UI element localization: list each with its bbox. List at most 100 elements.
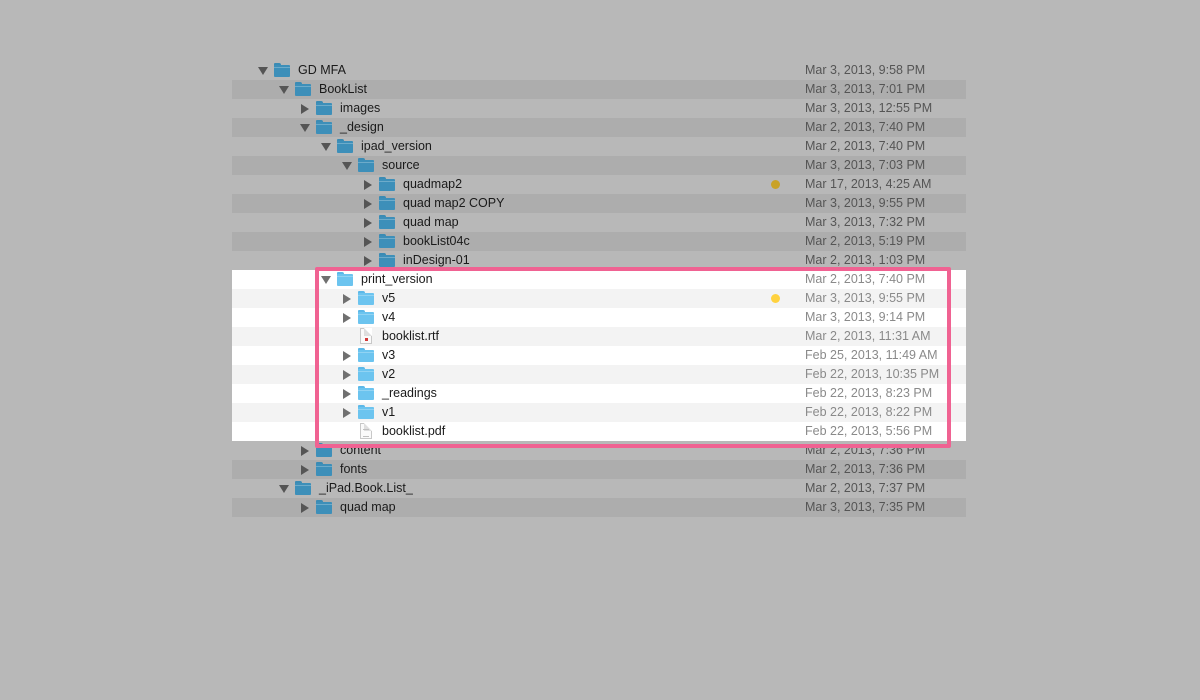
date-modified: Feb 22, 2013, 5:56 PM <box>805 424 933 438</box>
folder-row[interactable]: _design Mar 2, 2013, 7:40 PM <box>232 118 966 137</box>
folder-row[interactable]: BookList Mar 3, 2013, 7:01 PM <box>232 80 966 99</box>
disclosure-open-icon[interactable] <box>320 137 332 156</box>
item-name: BookList <box>319 82 367 96</box>
date-modified: Mar 2, 2013, 5:19 PM <box>805 234 926 248</box>
folder-row[interactable]: fonts Mar 2, 2013, 7:36 PM <box>232 460 966 479</box>
folder-row[interactable]: v2 Feb 22, 2013, 10:35 PM <box>232 365 966 384</box>
date-modified: Mar 2, 2013, 11:31 AM <box>805 329 931 343</box>
folder-icon <box>316 462 332 476</box>
folder-row[interactable]: ipad_version Mar 2, 2013, 7:40 PM <box>232 137 966 156</box>
date-modified: Mar 3, 2013, 7:01 PM <box>805 82 926 96</box>
date-modified: Mar 3, 2013, 7:35 PM <box>805 500 926 514</box>
item-name: quad map2 COPY <box>403 196 505 210</box>
item-name: _readings <box>382 386 437 400</box>
folder-row[interactable]: quadmap2 Mar 17, 2013, 4:25 AM <box>232 175 966 194</box>
folder-row[interactable]: v3 Feb 25, 2013, 11:49 AM <box>232 346 966 365</box>
date-modified: Mar 3, 2013, 7:03 PM <box>805 158 926 172</box>
color-tag-icon <box>771 180 780 189</box>
date-modified: Feb 25, 2013, 11:49 AM <box>805 348 938 362</box>
rtf-document-icon <box>360 328 372 344</box>
folder-row[interactable]: print_version Mar 2, 2013, 7:40 PM <box>232 270 966 289</box>
item-name: _design <box>340 120 384 134</box>
item-name: bookList04c <box>403 234 470 248</box>
disclosure-closed-icon[interactable] <box>362 194 374 213</box>
disclosure-closed-icon[interactable] <box>341 384 353 403</box>
disclosure-open-icon[interactable] <box>278 479 290 498</box>
folder-icon <box>337 272 353 286</box>
disclosure-closed-icon[interactable] <box>299 460 311 479</box>
folder-row[interactable]: content Mar 2, 2013, 7:36 PM <box>232 441 966 460</box>
folder-row[interactable]: v5 Mar 3, 2013, 9:55 PM <box>232 289 966 308</box>
disclosure-open-icon[interactable] <box>341 156 353 175</box>
folder-row[interactable]: quad map2 COPY Mar 3, 2013, 9:55 PM <box>232 194 966 213</box>
folder-icon <box>358 158 374 172</box>
file-row[interactable]: booklist.pdf Feb 22, 2013, 5:56 PM <box>232 422 966 441</box>
file-row[interactable]: booklist.rtf Mar 2, 2013, 11:31 AM <box>232 327 966 346</box>
date-modified: Mar 2, 2013, 7:40 PM <box>805 139 926 153</box>
folder-row[interactable]: bookList04c Mar 2, 2013, 5:19 PM <box>232 232 966 251</box>
disclosure-open-icon[interactable] <box>278 80 290 99</box>
folder-row[interactable]: GD MFA Mar 3, 2013, 9:58 PM <box>232 61 966 80</box>
item-name: inDesign-01 <box>403 253 470 267</box>
disclosure-open-icon[interactable] <box>257 61 269 80</box>
folder-icon <box>337 139 353 153</box>
folder-icon <box>358 367 374 381</box>
folder-icon <box>316 443 332 457</box>
date-modified: Mar 3, 2013, 9:14 PM <box>805 310 926 324</box>
folder-row[interactable]: inDesign-01 Mar 2, 2013, 1:03 PM <box>232 251 966 270</box>
disclosure-open-icon[interactable] <box>320 270 332 289</box>
date-modified: Mar 2, 2013, 1:03 PM <box>805 253 926 267</box>
folder-icon <box>379 177 395 191</box>
disclosure-closed-icon[interactable] <box>362 213 374 232</box>
item-name: source <box>382 158 420 172</box>
disclosure-closed-icon[interactable] <box>341 308 353 327</box>
item-name: quadmap2 <box>403 177 463 191</box>
date-modified: Mar 3, 2013, 12:55 PM <box>805 101 933 115</box>
date-modified: Mar 2, 2013, 7:36 PM <box>805 443 926 457</box>
folder-icon <box>379 234 395 248</box>
folder-row[interactable]: _iPad.Book.List_ Mar 2, 2013, 7:37 PM <box>232 479 966 498</box>
file-tree: GD MFA Mar 3, 2013, 9:58 PM BookList Mar 3,… <box>232 61 966 517</box>
folder-icon <box>358 310 374 324</box>
folder-row[interactable]: source Mar 3, 2013, 7:03 PM <box>232 156 966 175</box>
folder-icon <box>316 500 332 514</box>
disclosure-closed-icon[interactable] <box>341 289 353 308</box>
item-name: v1 <box>382 405 396 419</box>
folder-icon <box>316 101 332 115</box>
date-modified: Mar 17, 2013, 4:25 AM <box>805 177 932 191</box>
date-modified: Mar 3, 2013, 9:55 PM <box>805 291 926 305</box>
disclosure-closed-icon[interactable] <box>299 441 311 460</box>
folder-icon <box>358 405 374 419</box>
item-name: booklist.rtf <box>382 329 439 343</box>
folder-icon <box>274 63 290 77</box>
disclosure-closed-icon[interactable] <box>341 346 353 365</box>
folder-row[interactable]: v4 Mar 3, 2013, 9:14 PM <box>232 308 966 327</box>
folder-row[interactable]: quad map Mar 3, 2013, 7:32 PM <box>232 213 966 232</box>
folder-row[interactable]: _readings Feb 22, 2013, 8:23 PM <box>232 384 966 403</box>
item-name: _iPad.Book.List_ <box>319 481 413 495</box>
folder-row[interactable]: quad map Mar 3, 2013, 7:35 PM <box>232 498 966 517</box>
folder-row[interactable]: images Mar 3, 2013, 12:55 PM <box>232 99 966 118</box>
date-modified: Mar 2, 2013, 7:36 PM <box>805 462 926 476</box>
disclosure-closed-icon[interactable] <box>362 175 374 194</box>
item-name: v5 <box>382 291 396 305</box>
item-name: v2 <box>382 367 396 381</box>
folder-icon <box>379 253 395 267</box>
item-name: ipad_version <box>361 139 432 153</box>
disclosure-closed-icon[interactable] <box>299 498 311 517</box>
date-modified: Mar 2, 2013, 7:40 PM <box>805 272 926 286</box>
color-tag-icon <box>771 294 780 303</box>
item-name: GD MFA <box>298 63 346 77</box>
disclosure-closed-icon[interactable] <box>341 365 353 384</box>
disclosure-open-icon[interactable] <box>299 118 311 137</box>
disclosure-closed-icon[interactable] <box>299 99 311 118</box>
folder-icon <box>379 196 395 210</box>
disclosure-closed-icon[interactable] <box>362 251 374 270</box>
disclosure-closed-icon[interactable] <box>341 403 353 422</box>
date-modified: Feb 22, 2013, 8:23 PM <box>805 386 933 400</box>
disclosure-closed-icon[interactable] <box>362 232 374 251</box>
folder-icon <box>358 348 374 362</box>
folder-icon <box>379 215 395 229</box>
folder-row[interactable]: v1 Feb 22, 2013, 8:22 PM <box>232 403 966 422</box>
pdf-document-icon <box>360 423 372 439</box>
